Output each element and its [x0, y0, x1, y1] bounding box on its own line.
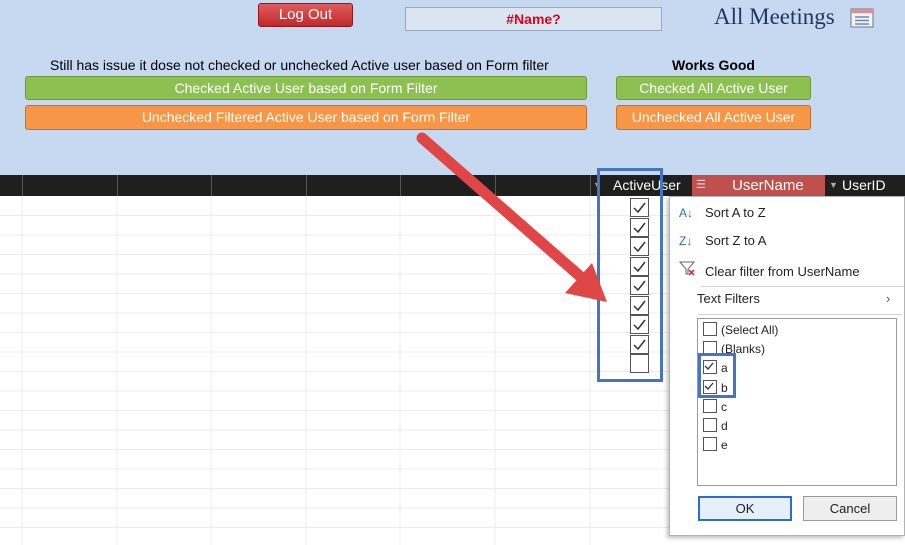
checkbox-icon[interactable] — [703, 322, 717, 336]
form-icon — [850, 8, 874, 28]
works-good-label: Works Good — [672, 57, 755, 73]
column-header-username[interactable]: ☰ UserName — [692, 175, 825, 196]
unchecked-all-active-user-button[interactable]: Unchecked All Active User — [616, 105, 811, 130]
filter-list-item-label: c — [721, 399, 727, 414]
filter-list-item-label: (Select All) — [721, 323, 779, 337]
filter-list-item[interactable]: (Select All) — [703, 321, 778, 340]
filter-icon: ☰ — [696, 179, 706, 191]
annotation-arrow — [416, 132, 607, 302]
form-title: All Meetings — [714, 4, 835, 29]
filter-list-item-label: d — [721, 419, 728, 433]
clear-filter-item[interactable]: Clear filter from UserName — [670, 259, 904, 285]
filter-list-item-label: e — [721, 438, 728, 453]
checkbox-icon[interactable] — [703, 418, 717, 432]
filter-values-list[interactable]: (Select All) (Blanks) a b c d e — [697, 318, 897, 486]
sort-descending-icon: Z↓ — [679, 234, 693, 248]
list-highlight-box — [698, 353, 736, 398]
column-header-label: UserID — [842, 177, 886, 193]
filter-list-item[interactable]: d — [703, 417, 728, 436]
chevron-right-icon: › — [886, 291, 891, 306]
column-header-userid[interactable]: ▼ UserID — [825, 175, 905, 196]
log-out-button[interactable]: Log Out — [258, 3, 353, 27]
cancel-button[interactable]: Cancel — [803, 496, 897, 521]
text-filters-item[interactable]: Text Filters › — [670, 286, 904, 312]
ok-button[interactable]: OK — [698, 496, 792, 521]
column-header-label: UserName — [732, 177, 804, 194]
sort-a-to-z-item[interactable]: A↓ Sort A to Z — [670, 200, 904, 226]
dropdown-arrow-icon[interactable]: ▼ — [829, 175, 838, 196]
clear-filter-icon — [678, 259, 697, 285]
checkbox-icon[interactable] — [703, 398, 717, 413]
menu-divider — [698, 314, 902, 315]
name-textbox[interactable]: #Name? — [405, 7, 662, 31]
issue-note-label: Still has issue it dose not checked or u… — [50, 57, 549, 73]
sort-ascending-icon: A↓ — [679, 206, 694, 220]
sort-z-to-a-item[interactable]: Z↓ Sort Z to A — [670, 228, 904, 254]
checked-active-user-filter-button[interactable]: Checked Active User based on Form Filter — [25, 76, 587, 100]
filter-list-item[interactable]: c — [703, 398, 727, 417]
checked-all-active-user-button[interactable]: Checked All Active User — [616, 76, 811, 100]
checkbox-icon[interactable] — [703, 437, 717, 452]
filter-list-item[interactable]: e — [703, 436, 728, 455]
